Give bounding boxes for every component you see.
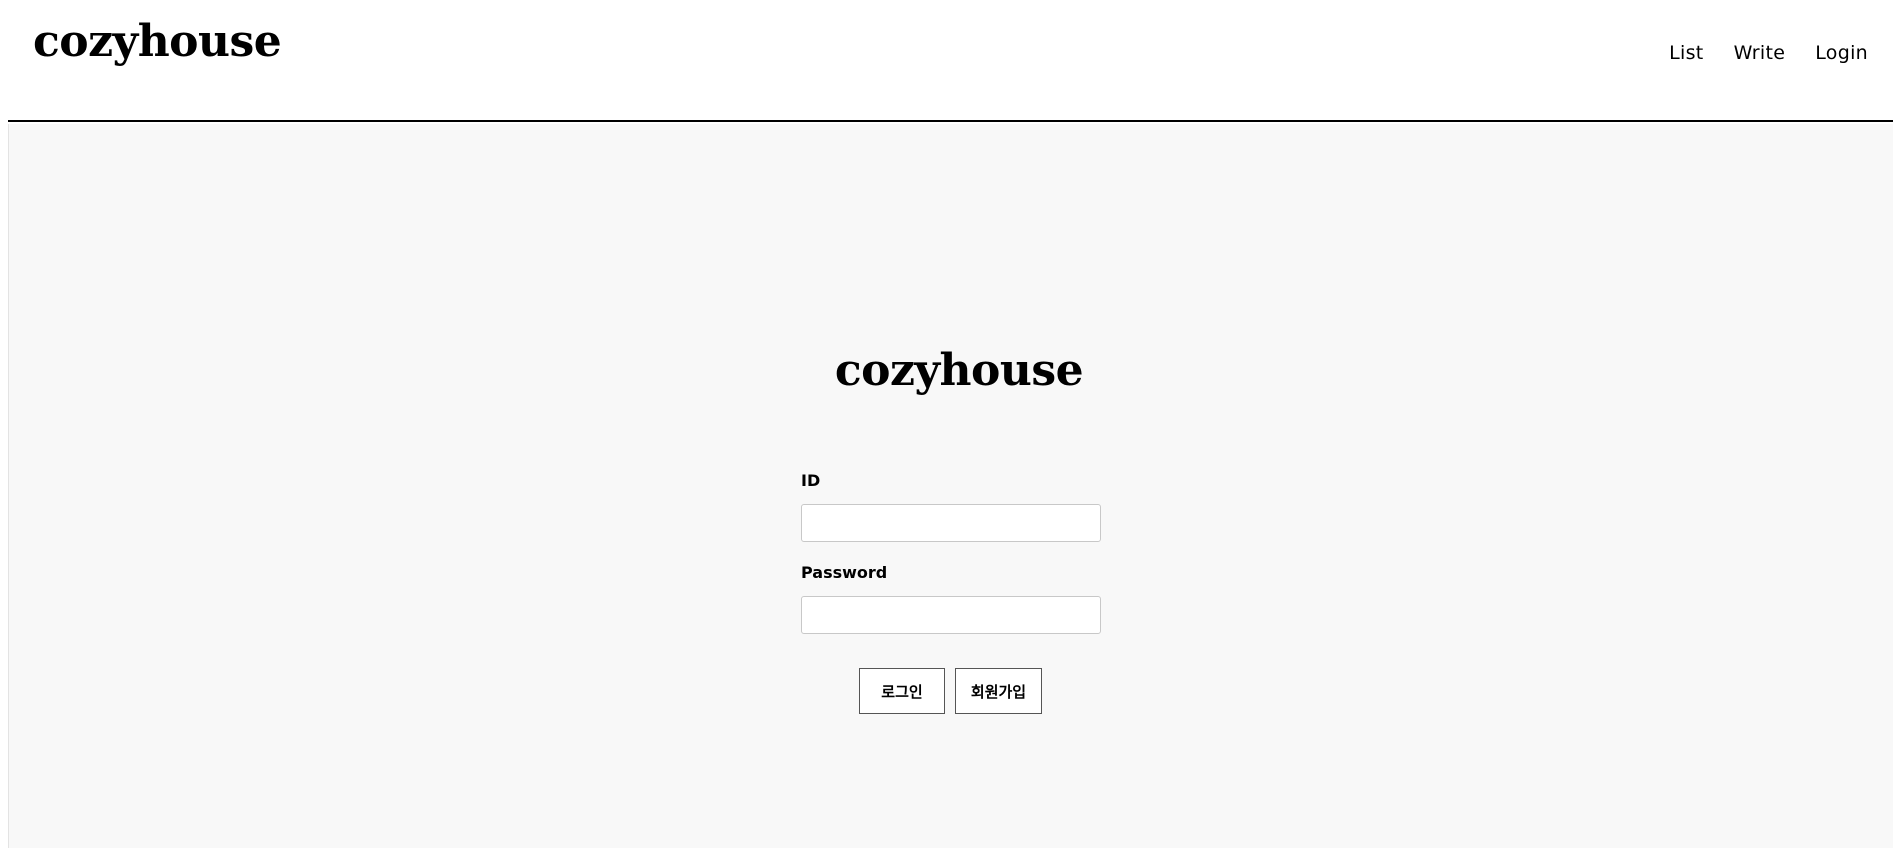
nav-link-list[interactable]: List — [1669, 42, 1703, 64]
main-content: cozyhouse ID Password 로그인 회원가입 — [8, 124, 1893, 848]
form-buttons: 로그인 회원가입 — [859, 668, 1042, 714]
password-label: Password — [801, 563, 888, 582]
nav-link-login[interactable]: Login — [1815, 42, 1868, 64]
id-label: ID — [801, 471, 821, 490]
id-input[interactable] — [801, 504, 1101, 542]
form-logo: cozyhouse — [834, 345, 1084, 396]
main-nav: List Write Login — [1669, 42, 1868, 64]
signup-button[interactable]: 회원가입 — [955, 668, 1042, 714]
login-button[interactable]: 로그인 — [859, 668, 945, 714]
site-header: cozyhouse List Write Login — [8, 0, 1893, 122]
brand-logo[interactable]: cozyhouse — [33, 17, 282, 66]
nav-link-write[interactable]: Write — [1734, 42, 1786, 64]
password-input[interactable] — [801, 596, 1101, 634]
